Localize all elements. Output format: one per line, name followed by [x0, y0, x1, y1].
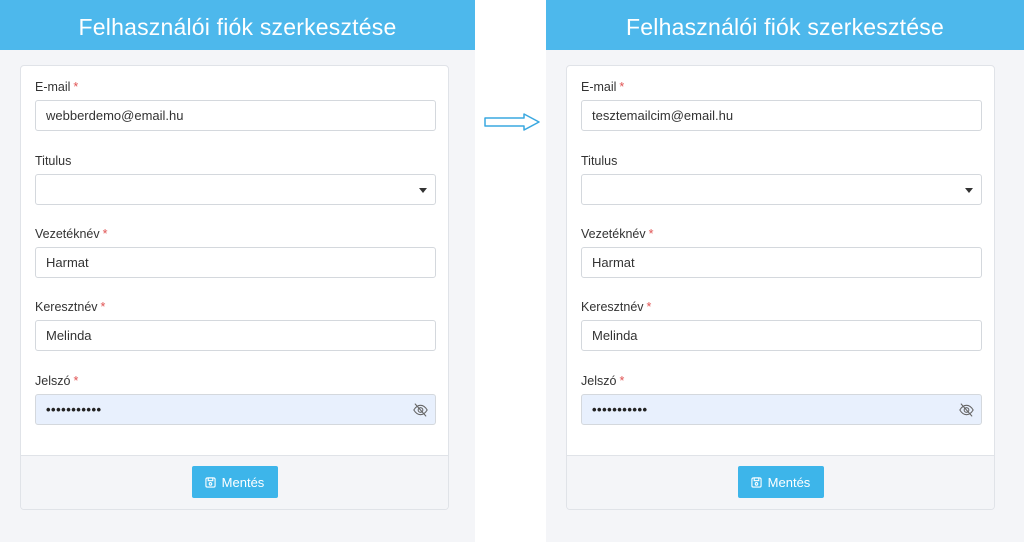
required-mark: * — [73, 80, 79, 94]
required-mark: * — [646, 300, 652, 314]
firstname-input[interactable]: Melinda — [581, 320, 982, 351]
save-button-label: Mentés — [221, 474, 265, 490]
title-field-group: Titulus — [35, 152, 436, 205]
save-icon — [751, 476, 762, 488]
right-arrow-outline-icon — [484, 113, 540, 131]
email-input[interactable]: webberdemo@email.hu — [35, 100, 436, 131]
page-title: Felhasználói fiók szerkesztése — [0, 0, 475, 50]
required-mark: * — [648, 227, 654, 241]
firstname-field-group: Keresztnév * Melinda — [35, 298, 436, 351]
eye-slash-icon[interactable] — [412, 402, 429, 418]
email-label: E-mail * — [581, 80, 625, 94]
lastname-field-group: Vezetéknév * Harmat — [35, 225, 436, 278]
lastname-field-group: Vezetéknév * Harmat — [581, 225, 982, 278]
password-field-group: Jelszó * ••••••••••• — [35, 372, 436, 425]
title-label: Titulus — [581, 154, 618, 168]
form-card: E-mail * tesztemailcim@email.hu Titulus V… — [566, 65, 995, 510]
page-title: Felhasználói fiók szerkesztése — [546, 0, 1024, 50]
edit-form-after: Felhasználói fiók szerkesztése E-mail * t… — [546, 0, 1024, 542]
lastname-input[interactable]: Harmat — [35, 247, 436, 278]
firstname-label: Keresztnév * — [581, 300, 652, 314]
required-mark: * — [619, 80, 625, 94]
save-button[interactable]: Mentés — [191, 466, 278, 498]
save-button-label: Mentés — [767, 474, 811, 490]
title-select[interactable] — [581, 174, 982, 205]
firstname-field-group: Keresztnév * Melinda — [581, 298, 982, 351]
title-select[interactable] — [35, 174, 436, 205]
lastname-label: Vezetéknév * — [581, 227, 654, 241]
email-field-group: E-mail * webberdemo@email.hu — [35, 78, 436, 131]
password-label: Jelszó * — [581, 374, 625, 388]
title-label: Titulus — [35, 154, 72, 168]
password-input[interactable]: ••••••••••• — [581, 394, 982, 425]
email-input[interactable]: tesztemailcim@email.hu — [581, 100, 982, 131]
password-input[interactable]: ••••••••••• — [35, 394, 436, 425]
save-button[interactable]: Mentés — [737, 466, 824, 498]
password-label: Jelszó * — [35, 374, 79, 388]
title-field-group: Titulus — [581, 152, 982, 205]
edit-form-before: Felhasználói fiók szerkesztése E-mail * w… — [0, 0, 475, 542]
password-field-group: Jelszó * ••••••••••• — [581, 372, 982, 425]
caret-down-icon — [419, 188, 427, 193]
form-footer: Mentés — [567, 455, 994, 509]
lastname-label: Vezetéknév * — [35, 227, 108, 241]
caret-down-icon — [965, 188, 973, 193]
form-card: E-mail * webberdemo@email.hu Titulus Veze… — [20, 65, 449, 510]
required-mark: * — [73, 374, 79, 388]
email-label: E-mail * — [35, 80, 79, 94]
required-mark: * — [102, 227, 108, 241]
form-footer: Mentés — [21, 455, 448, 509]
eye-slash-icon[interactable] — [958, 402, 975, 418]
firstname-input[interactable]: Melinda — [35, 320, 436, 351]
required-mark: * — [100, 300, 106, 314]
lastname-input[interactable]: Harmat — [581, 247, 982, 278]
required-mark: * — [619, 374, 625, 388]
firstname-label: Keresztnév * — [35, 300, 106, 314]
email-field-group: E-mail * tesztemailcim@email.hu — [581, 78, 982, 131]
save-icon — [205, 476, 216, 488]
